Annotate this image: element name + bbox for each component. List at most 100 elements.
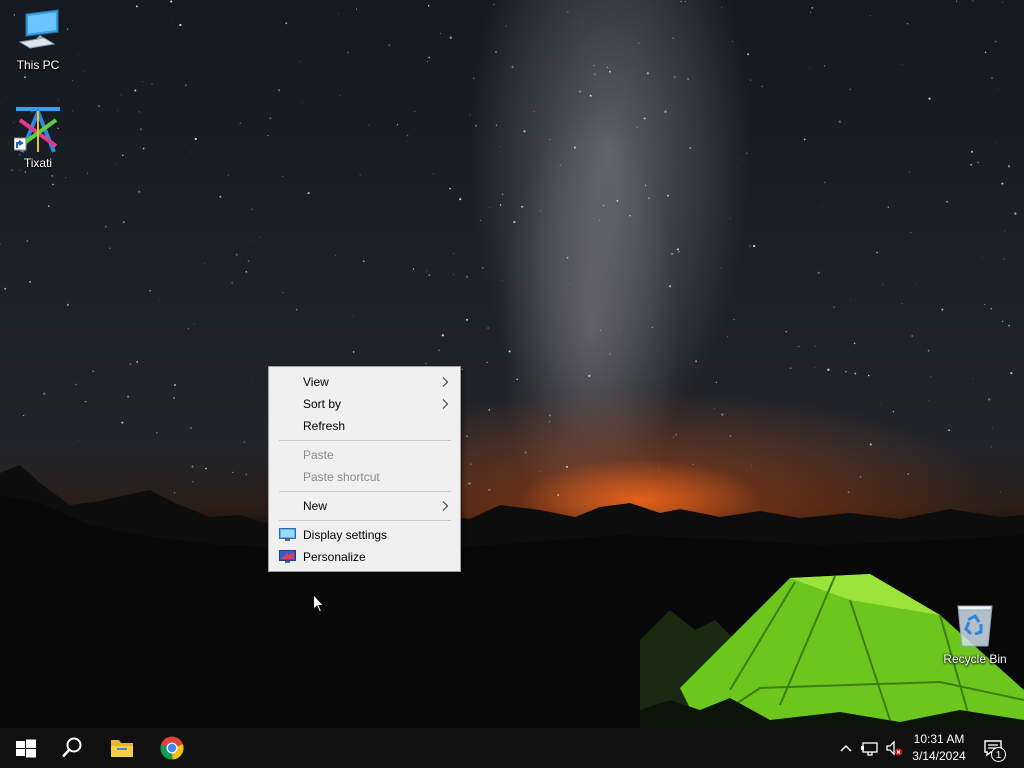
- star: [533, 111, 535, 113]
- star: [97, 105, 101, 108]
- star: [732, 41, 734, 42]
- menu-item-display-settings[interactable]: Display settings: [269, 524, 460, 546]
- star: [139, 128, 142, 131]
- star: [495, 51, 497, 53]
- star: [43, 392, 46, 395]
- mouse-cursor-icon: [313, 594, 325, 613]
- star: [473, 77, 475, 80]
- network-icon[interactable]: [860, 738, 880, 758]
- tixati-icon: [14, 106, 60, 153]
- menu-item-paste-shortcut[interactable]: Paste shortcut: [269, 466, 460, 488]
- star: [501, 193, 504, 195]
- star: [549, 138, 551, 141]
- star: [1007, 165, 1011, 168]
- star: [817, 271, 820, 274]
- star: [511, 65, 514, 68]
- star: [680, 0, 682, 3]
- star: [51, 175, 53, 177]
- star: [190, 427, 192, 429]
- star: [887, 206, 889, 208]
- menu-item-refresh[interactable]: Refresh: [269, 415, 460, 437]
- star: [990, 446, 992, 448]
- star: [355, 8, 358, 10]
- star: [269, 117, 272, 120]
- star: [606, 66, 609, 68]
- search-button[interactable]: [48, 728, 96, 768]
- star: [1004, 230, 1006, 232]
- menu-item-sort-by[interactable]: Sort by: [269, 393, 460, 415]
- star: [714, 407, 715, 409]
- star: [179, 23, 182, 27]
- star: [603, 204, 605, 206]
- chrome-button[interactable]: [148, 728, 196, 768]
- desktop-icon-recycle-bin[interactable]: Recycle Bin: [937, 602, 1013, 666]
- star: [47, 205, 50, 208]
- desktop-icon-tixati[interactable]: Tixati: [0, 106, 76, 170]
- star: [58, 99, 60, 101]
- star: [608, 353, 611, 355]
- notification-center-button[interactable]: 1: [980, 734, 1008, 762]
- star: [151, 83, 153, 85]
- menu-item-personalize[interactable]: Personalize: [269, 546, 460, 568]
- star: [687, 78, 689, 80]
- star: [982, 256, 983, 258]
- star: [425, 362, 427, 365]
- star: [694, 360, 698, 363]
- star: [915, 283, 916, 285]
- menu-item-new[interactable]: New: [269, 495, 460, 517]
- star: [849, 88, 851, 90]
- star: [413, 110, 416, 113]
- star: [466, 435, 469, 438]
- star: [814, 367, 816, 369]
- desktop-icon-label: This PC: [16, 58, 60, 72]
- star: [87, 172, 89, 174]
- star: [941, 308, 944, 311]
- star: [634, 49, 635, 51]
- menu-item-paste[interactable]: Paste: [269, 444, 460, 466]
- menu-item-view[interactable]: View: [269, 371, 460, 393]
- star: [122, 154, 124, 156]
- star: [684, 1, 686, 2]
- star: [566, 256, 569, 259]
- star: [798, 346, 800, 347]
- desktop-icon-label: Tixati: [23, 156, 53, 170]
- star: [156, 432, 158, 434]
- computer-icon: [18, 9, 59, 49]
- star: [173, 397, 175, 399]
- star: [994, 40, 997, 43]
- star: [129, 363, 132, 366]
- star: [616, 199, 619, 202]
- star: [620, 329, 622, 331]
- clock[interactable]: 10:31 AM 3/14/2024: [904, 731, 974, 765]
- star: [608, 70, 611, 73]
- star: [23, 415, 25, 417]
- star: [645, 184, 647, 186]
- star: [338, 13, 339, 15]
- desktop-icon-this-pc[interactable]: This PC: [0, 8, 76, 72]
- star: [814, 345, 816, 347]
- star: [142, 81, 144, 83]
- desktop-wallpaper[interactable]: This PC Tixati Recycle Bin View Sort by: [0, 0, 1024, 728]
- chevron-up-icon[interactable]: [836, 738, 856, 758]
- star: [347, 51, 350, 54]
- desktop-icon-label: Recycle Bin: [943, 652, 1007, 666]
- star: [120, 94, 122, 96]
- file-explorer-button[interactable]: [98, 728, 146, 768]
- clock-time: 10:31 AM: [913, 732, 965, 746]
- star: [1003, 258, 1005, 260]
- star: [136, 361, 139, 363]
- start-button[interactable]: [0, 728, 48, 768]
- star: [676, 248, 680, 251]
- star: [71, 80, 73, 82]
- star: [593, 64, 595, 67]
- star: [638, 42, 640, 44]
- star: [906, 22, 909, 25]
- volume-muted-icon[interactable]: [884, 738, 904, 758]
- star: [489, 206, 490, 208]
- star: [121, 421, 124, 424]
- notification-badge: 1: [991, 747, 1006, 762]
- star: [513, 220, 516, 224]
- star: [721, 267, 722, 269]
- star: [809, 11, 812, 14]
- notification-count: 1: [995, 750, 1002, 761]
